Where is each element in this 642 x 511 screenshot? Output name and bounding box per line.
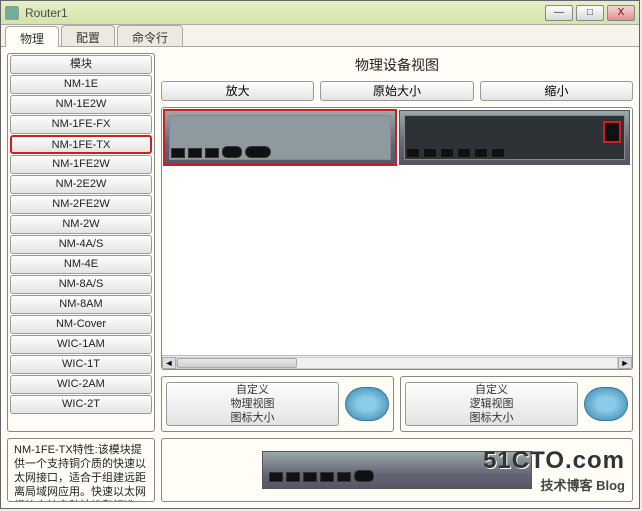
- module-item[interactable]: NM-1E2W: [10, 95, 152, 114]
- router-icon: [345, 387, 389, 421]
- module-item[interactable]: NM-2E2W: [10, 175, 152, 194]
- app-icon: [5, 6, 19, 20]
- zoom-original-button[interactable]: 原始大小: [320, 81, 473, 101]
- tab-cli[interactable]: 命令行: [117, 25, 183, 46]
- custom-logical-panel: 自定义 逻辑视图 图标大小: [400, 376, 633, 432]
- custom-logical-button[interactable]: 自定义 逻辑视图 图标大小: [405, 382, 578, 426]
- chassis-slot[interactable]: [399, 110, 631, 165]
- module-item[interactable]: NM-1E: [10, 75, 152, 94]
- titlebar: Router1 — □ X: [1, 1, 639, 25]
- module-item[interactable]: NM-2FE2W: [10, 195, 152, 214]
- scroll-left-icon[interactable]: ◄: [162, 357, 176, 369]
- zoom-out-button[interactable]: 缩小: [480, 81, 633, 101]
- module-item[interactable]: NM-4E: [10, 255, 152, 274]
- module-description: NM-1FE-TX特性:该模块提供一个支持铜介质的快速以太网接口，适合于组建远距…: [7, 438, 155, 502]
- zoom-in-button[interactable]: 放大: [161, 81, 314, 101]
- tab-config[interactable]: 配置: [61, 25, 115, 46]
- device-view-title: 物理设备视图: [161, 53, 633, 81]
- module-item[interactable]: WIC-1T: [10, 355, 152, 374]
- module-list: 模块 NM-1ENM-1E2WNM-1FE-FXNM-1FE-TXNM-1FE2…: [7, 53, 155, 432]
- module-item[interactable]: NM-1FE-FX: [10, 115, 152, 134]
- module-list-header[interactable]: 模块: [10, 55, 152, 74]
- power-button-icon[interactable]: [603, 121, 621, 143]
- scroll-right-icon[interactable]: ►: [618, 357, 632, 369]
- router-icon: [584, 387, 628, 421]
- window-title: Router1: [25, 6, 542, 20]
- module-item[interactable]: WIC-2T: [10, 395, 152, 414]
- watermark: 51CTO.com 技术博客 Blog: [483, 447, 625, 494]
- module-item[interactable]: NM-1FE-TX: [10, 135, 152, 154]
- maximize-button[interactable]: □: [576, 5, 604, 21]
- close-button[interactable]: X: [607, 5, 635, 21]
- module-item[interactable]: NM-1FE2W: [10, 155, 152, 174]
- tab-bar: 物理 配置 命令行: [1, 25, 639, 47]
- custom-physical-button[interactable]: 自定义 物理视图 图标大小: [166, 382, 339, 426]
- scroll-thumb[interactable]: [177, 358, 297, 368]
- module-item[interactable]: NM-2W: [10, 215, 152, 234]
- tab-physical[interactable]: 物理: [5, 26, 59, 47]
- minimize-button[interactable]: —: [545, 5, 573, 21]
- module-item[interactable]: NM-Cover: [10, 315, 152, 334]
- module-item[interactable]: WIC-2AM: [10, 375, 152, 394]
- chassis-slot-selected[interactable]: [164, 110, 396, 165]
- custom-physical-panel: 自定义 物理视图 图标大小: [161, 376, 394, 432]
- module-item[interactable]: WIC-1AM: [10, 335, 152, 354]
- module-item[interactable]: NM-8A/S: [10, 275, 152, 294]
- module-item[interactable]: NM-8AM: [10, 295, 152, 314]
- device-physical-view[interactable]: ◄ ►: [161, 107, 633, 370]
- module-item[interactable]: NM-4A/S: [10, 235, 152, 254]
- horizontal-scrollbar[interactable]: ◄ ►: [162, 355, 632, 369]
